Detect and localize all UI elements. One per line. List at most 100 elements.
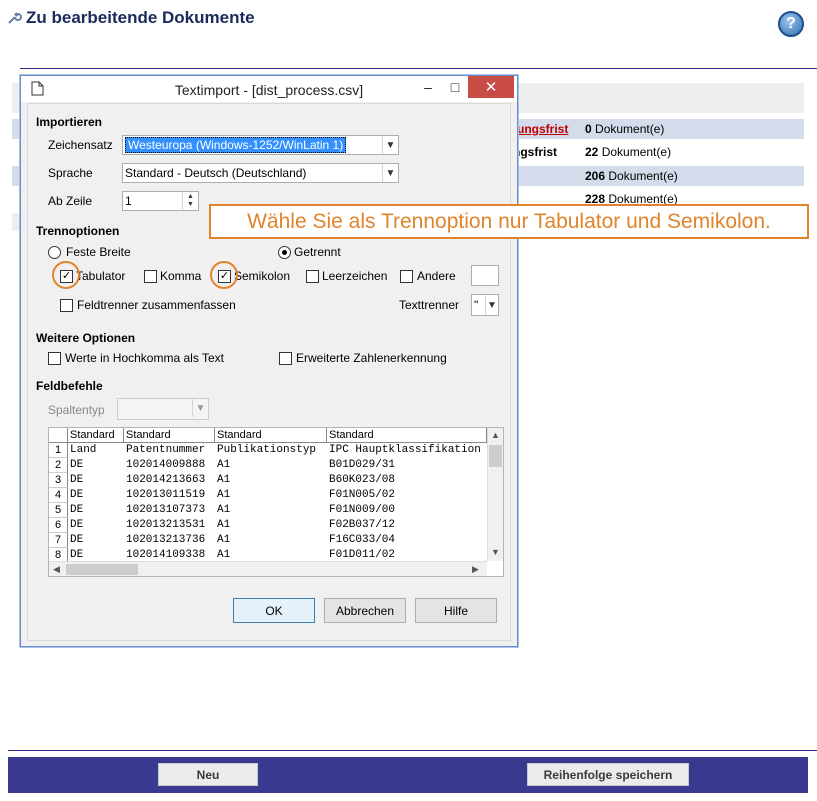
highlight-circle [210, 261, 238, 289]
column-type-select[interactable]: ▼ [117, 398, 209, 420]
comma-checkbox[interactable] [144, 270, 157, 283]
dialog-title: Textimport - [dist_process.csv] [174, 82, 364, 98]
from-row-value: 1 [125, 194, 132, 208]
language-label: Sprache [48, 166, 93, 180]
other-input[interactable] [471, 265, 499, 286]
column-header[interactable]: Standard [124, 428, 215, 443]
charset-value: Westeuropa (Windows-1252/WinLatin 1) [125, 137, 347, 153]
grid-cell: B60K023/08 [329, 474, 396, 486]
tab-label: Tabulator [76, 269, 126, 283]
extended-numbers-checkbox[interactable] [279, 352, 292, 365]
row-number[interactable]: 5 [49, 503, 68, 518]
help-icon[interactable]: ? [778, 11, 804, 37]
scroll-thumb[interactable] [489, 445, 502, 467]
language-value: Standard - Deutsch (Deutschland) [125, 166, 307, 180]
cancel-button[interactable]: Abbrechen [324, 598, 406, 623]
grid-cell: 102013011519 [126, 489, 206, 501]
close-button[interactable]: ✕ [468, 76, 514, 98]
scroll-right-icon[interactable]: ▶ [472, 564, 479, 575]
fixed-width-radio[interactable] [48, 246, 61, 259]
row-number[interactable]: 2 [49, 458, 68, 473]
grid-cell: Patentnummer [126, 444, 206, 456]
chevron-down-icon[interactable]: ▼ [192, 399, 208, 417]
new-button[interactable]: Neu [158, 763, 258, 786]
section-separator: Trennoptionen [36, 224, 120, 238]
other-checkbox[interactable] [400, 270, 413, 283]
chevron-down-icon[interactable]: ▼ [382, 164, 398, 182]
grid-cell: DE [70, 489, 84, 501]
section-fields: Feldbefehle [36, 379, 103, 393]
quoted-as-text-label: Werte in Hochkomma als Text [65, 351, 224, 365]
doc-count: 0 Dokument(e) [585, 122, 665, 136]
other-label: Andere [417, 269, 456, 283]
text-delimiter-select[interactable]: " ▼ [471, 294, 499, 316]
scroll-up-icon[interactable]: ▲ [491, 430, 500, 440]
space-checkbox[interactable] [306, 270, 319, 283]
fixed-width-label: Feste Breite [66, 245, 131, 259]
ok-button[interactable]: OK [233, 598, 315, 623]
merge-label: Feldtrenner zusammenfassen [77, 298, 236, 312]
page-title-text: Zu bearbeitende Dokumente [26, 8, 255, 27]
from-row-label: Ab Zeile [48, 194, 93, 208]
grid-cell: 102014213663 [126, 474, 206, 486]
comma-label: Komma [160, 269, 202, 283]
row-number[interactable]: 1 [49, 443, 68, 458]
help-button[interactable]: Hilfe [415, 598, 497, 623]
space-label: Leerzeichen [322, 269, 388, 283]
grid-cell: F01N009/00 [329, 504, 396, 516]
row-number[interactable]: 6 [49, 518, 68, 533]
highlight-circle [52, 261, 80, 289]
doc-count: 206 Dokument(e) [585, 169, 678, 183]
preview-grid[interactable]: Standard Standard Standard Standard 1 Lan… [48, 427, 504, 577]
grid-cell: A1 [217, 519, 231, 531]
chevron-down-icon[interactable]: ▼ [485, 295, 498, 315]
separated-radio[interactable] [278, 246, 291, 259]
dialog-titlebar[interactable]: Textimport - [dist_process.csv] – □ ✕ [21, 76, 517, 102]
save-order-button[interactable]: Reihenfolge speichern [527, 763, 689, 786]
grid-cell: A1 [217, 489, 231, 501]
horizontal-scrollbar[interactable]: ◀ ▶ [49, 561, 487, 576]
doc-count: 22 Dokument(e) [585, 145, 672, 159]
grid-cell: F16C033/04 [329, 534, 396, 546]
column-header[interactable]: Standard [68, 428, 124, 443]
grid-cell: A1 [217, 504, 231, 516]
row-number[interactable]: 7 [49, 533, 68, 548]
text-delimiter-value: " [474, 298, 479, 312]
grid-cell: IPC Hauptklassifikation [329, 444, 481, 456]
instruction-callout: Wähle Sie als Trennoption nur Tabulator … [209, 204, 809, 239]
maximize-button[interactable]: □ [444, 76, 466, 98]
vertical-scrollbar[interactable]: ▲ ▼ [487, 428, 503, 561]
grid-cell: DE [70, 459, 84, 471]
charset-label: Zeichensatz [48, 138, 113, 152]
divider [20, 68, 817, 69]
column-header[interactable]: Standard [215, 428, 327, 443]
section-more-options: Weitere Optionen [36, 331, 136, 345]
grid-corner [49, 428, 68, 443]
grid-cell: 102013213736 [126, 534, 206, 546]
language-select[interactable]: Standard - Deutsch (Deutschland) ▼ [122, 163, 399, 183]
scroll-down-icon[interactable]: ▼ [491, 547, 500, 557]
charset-select[interactable]: Westeuropa (Windows-1252/WinLatin 1) ▼ [122, 135, 399, 155]
section-import: Importieren [36, 115, 103, 129]
column-header[interactable]: Standard [327, 428, 487, 443]
grid-cell: A1 [217, 474, 231, 486]
spinner-arrows-icon[interactable]: ▲ ▼ [182, 192, 198, 210]
grid-cell: DE [70, 534, 84, 546]
quoted-as-text-checkbox[interactable] [48, 352, 61, 365]
grid-cell: F02B037/12 [329, 519, 396, 531]
grid-cell: B01D029/31 [329, 459, 396, 471]
from-row-spinner[interactable]: 1 ▲ ▼ [122, 191, 199, 211]
merge-checkbox[interactable] [60, 299, 73, 312]
minimize-button[interactable]: – [417, 76, 439, 98]
scroll-left-icon[interactable]: ◀ [53, 564, 60, 575]
chevron-down-icon[interactable]: ▼ [382, 136, 398, 154]
row-number[interactable]: 3 [49, 473, 68, 488]
divider [8, 750, 817, 751]
text-delimiter-label: Texttrenner [399, 298, 460, 312]
grid-cell: DE [70, 519, 84, 531]
scroll-thumb[interactable] [66, 564, 138, 575]
grid-cell: 102013213531 [126, 519, 206, 531]
page-title: Zu bearbeitende Dokumente [6, 8, 255, 28]
grid-cell: 102013107373 [126, 504, 206, 516]
row-number[interactable]: 4 [49, 488, 68, 503]
